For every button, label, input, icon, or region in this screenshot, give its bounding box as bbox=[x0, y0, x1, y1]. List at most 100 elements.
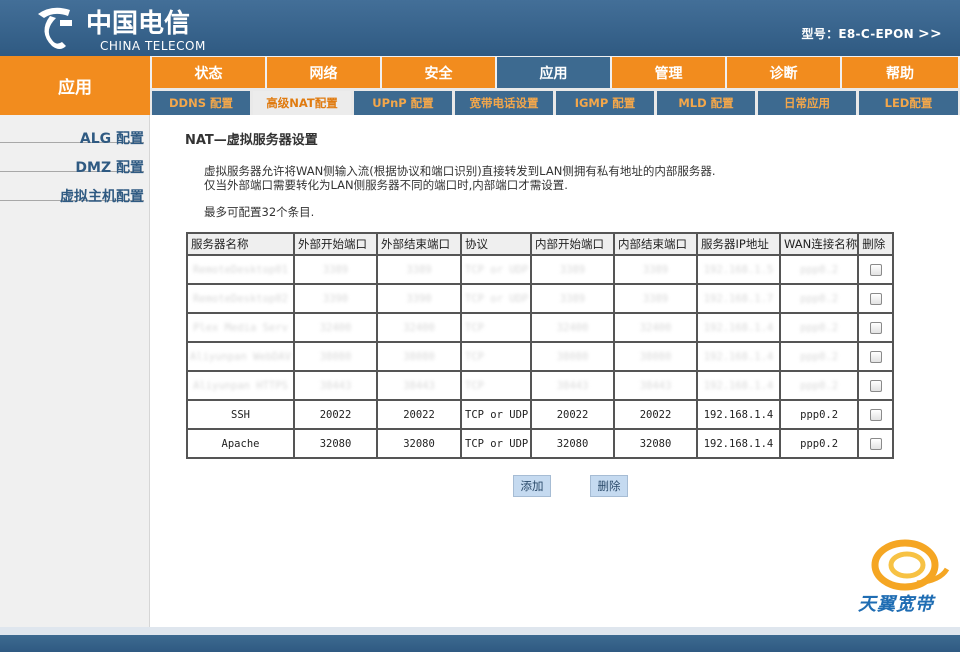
col-int-start-port: 内部开始端口 bbox=[530, 232, 615, 256]
cell-protocol: TCP bbox=[460, 370, 532, 401]
cell-wan-connection: ppp0.2 bbox=[778, 370, 860, 401]
delete-checkbox[interactable] bbox=[869, 321, 882, 334]
col-ext-end-port: 外部结束端口 bbox=[376, 232, 462, 256]
top-banner: 中国电信 CHINA TELECOM 型号：E8-C-EPON >> bbox=[0, 0, 960, 56]
cell-ext-start-port: 38443 bbox=[293, 370, 378, 401]
cell-int-start-port: 3389 bbox=[530, 283, 615, 314]
cell-protocol: TCP or UDP bbox=[460, 283, 532, 314]
sidebar-item-virtual-host[interactable]: 虚拟主机配置 bbox=[0, 173, 144, 205]
cell-ext-end-port: 32400 bbox=[376, 312, 462, 343]
cell-int-start-port: 38443 bbox=[530, 370, 615, 401]
delete-checkbox[interactable] bbox=[869, 437, 882, 450]
tab-security[interactable]: 安全 bbox=[382, 57, 495, 88]
tab-diagnostics[interactable]: 诊断 bbox=[727, 57, 840, 88]
tab-status[interactable]: 状态 bbox=[152, 57, 265, 88]
table-row: RemoteDesktop02 3390 3390 TCP or UDP 3389 338… bbox=[186, 283, 895, 314]
cell-wan-connection: ppp0.2 bbox=[778, 341, 860, 372]
table-row: Aliyunpan HTTPS 38443 38443 TCP 38443 38443 19… bbox=[186, 370, 895, 401]
cell-int-start-port: 20022 bbox=[530, 399, 615, 430]
cell-server-ip: 192.168.1.7 bbox=[696, 283, 781, 314]
delete-checkbox[interactable] bbox=[869, 292, 882, 305]
cell-protocol: TCP bbox=[460, 341, 532, 372]
double-chevron-icon: >> bbox=[917, 26, 942, 42]
cell-ext-end-port: 38080 bbox=[376, 341, 462, 372]
page-title: NAT—虚拟服务器设置 bbox=[185, 133, 318, 148]
cell-int-start-port: 32400 bbox=[530, 312, 615, 343]
cell-server-name: Apache bbox=[186, 428, 295, 459]
sidebar-item-alg[interactable]: ALG 配置 bbox=[0, 115, 144, 147]
col-delete: 删除 bbox=[857, 232, 895, 256]
cell-server-ip: 192.168.1.4 bbox=[696, 399, 781, 430]
cell-int-end-port: 32080 bbox=[613, 428, 698, 459]
virtual-server-table: 服务器名称 外部开始端口 外部结束端口 协议 内部开始端口 内部结束端口 服务器… bbox=[186, 232, 895, 459]
cell-ext-start-port: 32400 bbox=[293, 312, 378, 343]
brand-text: 天翼宽带 bbox=[858, 594, 934, 615]
delete-checkbox[interactable] bbox=[869, 263, 882, 276]
cell-server-ip: 192.168.1.4 bbox=[696, 428, 781, 459]
add-button[interactable]: 添加 bbox=[513, 475, 551, 497]
subtab-igmp[interactable]: IGMP 配置 bbox=[556, 91, 654, 115]
tab-management[interactable]: 管理 bbox=[612, 57, 725, 88]
subtab-mld[interactable]: MLD 配置 bbox=[657, 91, 755, 115]
sidebar: ALG 配置 DMZ 配置 虚拟主机配置 bbox=[0, 115, 150, 627]
cell-ext-start-port: 38080 bbox=[293, 341, 378, 372]
table-row: RemoteDesktop01 3389 3389 TCP or UDP 3389 338… bbox=[186, 254, 895, 285]
cell-server-name: Plex Media Serv bbox=[186, 312, 295, 343]
col-protocol: 协议 bbox=[460, 232, 532, 256]
cell-delete bbox=[857, 312, 895, 343]
cell-delete bbox=[857, 428, 895, 459]
subtab-led[interactable]: LED配置 bbox=[859, 91, 958, 115]
cell-wan-connection: ppp0.2 bbox=[778, 312, 860, 343]
tab-network[interactable]: 网络 bbox=[267, 57, 380, 88]
cell-ext-start-port: 3390 bbox=[293, 283, 378, 314]
subtab-upnp[interactable]: UPnP 配置 bbox=[354, 91, 452, 115]
china-telecom-logo: 中国电信 CHINA TELECOM bbox=[38, 7, 205, 53]
col-int-end-port: 内部结束端口 bbox=[613, 232, 698, 256]
cell-int-end-port: 3389 bbox=[613, 283, 698, 314]
cell-server-ip: 192.168.1.4 bbox=[696, 370, 781, 401]
table-row: Aliyunpan WebDAV 38080 38080 TCP 38080 38080 1… bbox=[186, 341, 895, 372]
cell-protocol: TCP bbox=[460, 312, 532, 343]
delete-checkbox[interactable] bbox=[869, 350, 882, 363]
sidebar-item-dmz[interactable]: DMZ 配置 bbox=[0, 144, 144, 176]
cell-int-end-port: 20022 bbox=[613, 399, 698, 430]
main-tab-bar: 状态 网络 安全 应用 管理 诊断 帮助 bbox=[150, 56, 960, 88]
delete-checkbox[interactable] bbox=[869, 408, 882, 421]
subtab-voip[interactable]: 宽带电话设置 bbox=[455, 91, 553, 115]
cell-int-end-port: 38443 bbox=[613, 370, 698, 401]
cell-int-start-port: 3389 bbox=[530, 254, 615, 285]
description-line-2: 仅当外部端口需要转化为LAN侧服务器不同的端口时,内部端口才需设置. bbox=[204, 178, 568, 192]
section-label: 应用 bbox=[0, 56, 150, 115]
cell-delete bbox=[857, 254, 895, 285]
subtab-advanced-nat[interactable]: 高级NAT配置 bbox=[253, 91, 351, 115]
cell-int-end-port: 3389 bbox=[613, 254, 698, 285]
cell-delete bbox=[857, 341, 895, 372]
tab-help[interactable]: 帮助 bbox=[842, 57, 958, 88]
cell-ext-start-port: 3389 bbox=[293, 254, 378, 285]
col-wan-connection: WAN连接名称 bbox=[778, 232, 860, 256]
cell-server-ip: 192.168.1.5 bbox=[696, 254, 781, 285]
cell-server-name: Aliyunpan WebDAV bbox=[186, 341, 295, 372]
col-server-name: 服务器名称 bbox=[186, 232, 295, 256]
cell-int-start-port: 32080 bbox=[530, 428, 615, 459]
tab-application[interactable]: 应用 bbox=[497, 57, 610, 88]
cell-ext-end-port: 32080 bbox=[376, 428, 462, 459]
subtab-daily-apps[interactable]: 日常应用 bbox=[758, 91, 856, 115]
cell-int-end-port: 38080 bbox=[613, 341, 698, 372]
cell-ext-end-port: 3390 bbox=[376, 283, 462, 314]
content-area: NAT—虚拟服务器设置 虚拟服务器允许将WAN侧输入流(根据协议和端口识别)直接… bbox=[150, 115, 960, 627]
col-server-ip: 服务器IP地址 bbox=[696, 232, 781, 256]
cell-protocol: TCP or UDP bbox=[460, 428, 532, 459]
cell-ext-start-port: 32080 bbox=[293, 428, 378, 459]
cell-ext-end-port: 38443 bbox=[376, 370, 462, 401]
delete-button[interactable]: 删除 bbox=[590, 475, 628, 497]
logo-cn-text: 中国电信 bbox=[86, 9, 190, 39]
delete-checkbox[interactable] bbox=[869, 379, 882, 392]
cell-int-start-port: 38080 bbox=[530, 341, 615, 372]
subtab-ddns[interactable]: DDNS 配置 bbox=[152, 91, 250, 115]
cell-wan-connection: ppp0.2 bbox=[778, 399, 860, 430]
cell-server-name: RemoteDesktop01 bbox=[186, 254, 295, 285]
footer-bar bbox=[0, 627, 960, 652]
model-info: 型号：E8-C-EPON >> bbox=[802, 25, 943, 42]
cell-server-name: SSH bbox=[186, 399, 295, 430]
